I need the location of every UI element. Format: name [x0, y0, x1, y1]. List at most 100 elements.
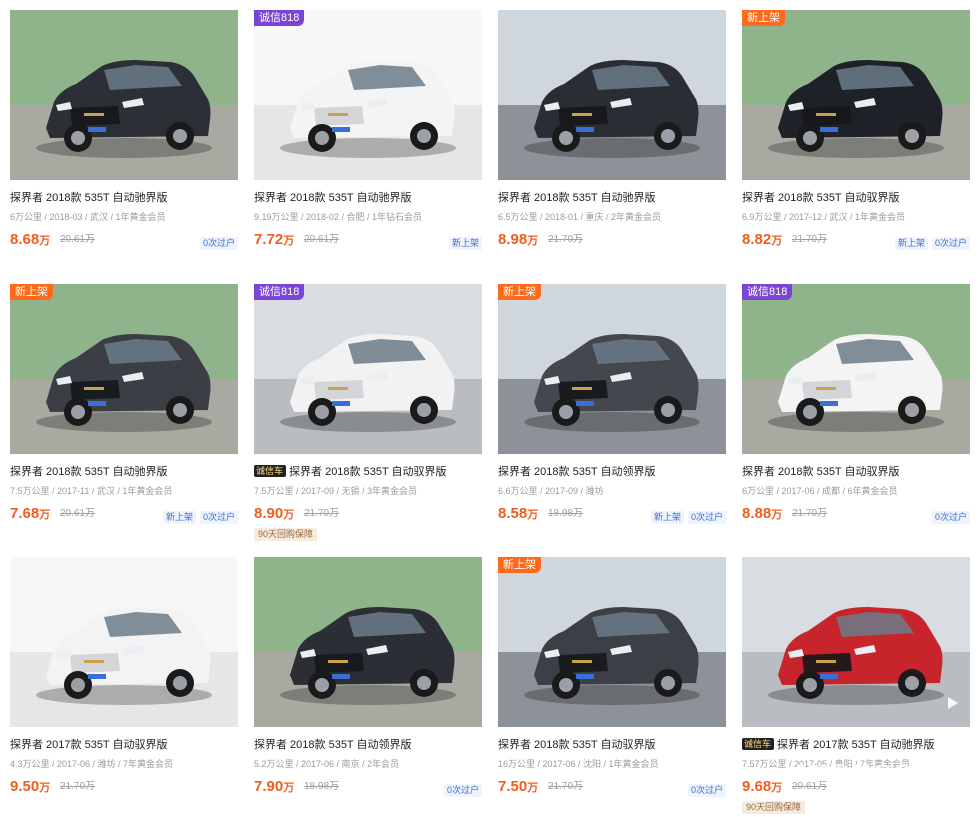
price-row: 7.68万 20.61万 新上架 0次过户	[10, 504, 238, 524]
car-title[interactable]: 探界者 2018款 535T 自动驰界版	[254, 190, 482, 206]
car-title-text: 探界者 2018款 535T 自动驰界版	[498, 192, 656, 204]
car-title[interactable]: 探界者 2018款 535T 自动驰界版	[10, 190, 238, 206]
listing-tag: 0次过户	[931, 511, 970, 524]
car-title[interactable]: 探界者 2018款 535T 自动驭界版	[498, 737, 726, 753]
car-image[interactable]: 诚信818	[254, 284, 482, 454]
car-listing-card[interactable]: 探界者 2017款 535T 自动驭界版 4.3万公里 / 2017-06 / 潍…	[10, 557, 238, 817]
certified-car-badge: 诚信车	[254, 465, 287, 477]
car-title[interactable]: 探界者 2018款 535T 自动领界版	[498, 464, 726, 480]
car-photo	[742, 10, 970, 180]
car-meta: 4.3万公里 / 2017-06 / 潍坊 / 7年黄金会员	[10, 759, 174, 769]
car-photo	[10, 10, 238, 180]
car-title-text: 探界者 2017款 535T 自动驰界版	[777, 739, 935, 751]
car-image[interactable]	[10, 10, 238, 180]
promo-badge: 诚信818	[254, 10, 305, 26]
car-image[interactable]: 诚信818	[742, 284, 970, 454]
price-value: 7.72	[254, 231, 284, 248]
price: 9.68万	[742, 777, 782, 798]
tag-list: 0次过户	[440, 780, 482, 798]
car-listing-card[interactable]: 新上架探界者 2018款 535T 自动驭界版 6.9万公里 / 2017-12 …	[742, 10, 970, 270]
car-meta: 6.9万公里 / 2017-12 / 武汉 / 1年黄金会员	[742, 212, 906, 222]
car-title[interactable]: 探界者 2018款 535T 自动驭界版	[742, 190, 970, 206]
car-listing-card[interactable]: 诚信818 探界者 2018款 535T 自动驰界版 9.19万公里 / 2018-…	[254, 10, 482, 270]
certified-car-label: 诚信车	[256, 466, 284, 476]
original-price: 18.98万	[304, 781, 340, 792]
car-photo	[498, 557, 726, 727]
car-listing-card[interactable]: 探界者 2018款 535T 自动领界版 5.2万公里 / 2017-06 / 南…	[254, 557, 482, 817]
price-unit: 万	[39, 782, 51, 794]
car-title-text: 探界者 2017款 535T 自动驭界版	[10, 739, 168, 751]
car-listing-card[interactable]: 探界者 2018款 535T 自动驰界版 6万公里 / 2018-03 / 武汉 …	[10, 10, 238, 270]
car-listing-card[interactable]: 新上架 探界者 2018款 535T 自动领界版 6.6万公里 / 2017-09 …	[498, 284, 726, 544]
price: 8.90万	[254, 504, 294, 525]
tag-list: 0次过户	[196, 233, 238, 251]
price-row: 7.72万 20.61万 新上架	[254, 230, 482, 250]
price-unit: 万	[771, 235, 783, 247]
price-value: 8.68	[10, 231, 40, 248]
price-row: 8.58万 18.98万 新上架 0次过户	[498, 504, 726, 524]
car-photo	[10, 284, 238, 454]
original-price: 20.61万	[304, 234, 340, 245]
price-unit: 万	[527, 235, 539, 247]
car-title[interactable]: 探界者 2018款 535T 自动领界版	[254, 737, 482, 753]
car-photo	[254, 10, 482, 180]
price: 7.68万	[10, 504, 50, 525]
price: 7.50万	[498, 777, 538, 798]
car-photo	[254, 557, 482, 727]
price-row: 8.90万 21.70万	[254, 504, 482, 524]
car-image[interactable]: 新上架	[498, 557, 726, 727]
price: 8.98万	[498, 230, 538, 251]
car-title[interactable]: 探界者 2018款 535T 自动驭界版	[742, 464, 970, 480]
price: 8.88万	[742, 504, 782, 525]
price-unit: 万	[283, 235, 295, 247]
car-listing-card[interactable]: 探界者 2018款 535T 自动驰界版 6.5万公里 / 2018-01 / 重…	[498, 10, 726, 270]
car-photo	[10, 557, 238, 727]
car-title-text: 探界者 2018款 535T 自动驭界版	[289, 466, 447, 478]
original-price: 20.61万	[60, 234, 96, 245]
price: 9.50万	[10, 777, 50, 798]
car-image[interactable]	[498, 10, 726, 180]
car-title[interactable]: 探界者 2018款 535T 自动驰界版	[10, 464, 238, 480]
car-image[interactable]: 新上架	[498, 284, 726, 454]
car-title-text: 探界者 2018款 535T 自动驭界版	[742, 192, 900, 204]
tag-list: 新上架	[445, 233, 482, 251]
car-title[interactable]: 探界者 2017款 535T 自动驭界版	[10, 737, 238, 753]
car-title[interactable]: 诚信车 探界者 2018款 535T 自动驭界版	[254, 464, 482, 480]
promo-badge: 新上架	[498, 557, 541, 573]
car-listing-card[interactable]: 新上架 探界者 2018款 535T 自动驰界版 7.5万公里 / 2017-11 …	[10, 284, 238, 544]
original-price: 21.70万	[60, 781, 96, 792]
car-photo	[742, 284, 970, 454]
price-value: 8.88	[742, 505, 772, 522]
car-image[interactable]: 新上架	[10, 284, 238, 454]
price-unit: 万	[39, 235, 51, 247]
price-unit: 万	[771, 782, 783, 794]
car-image[interactable]	[10, 557, 238, 727]
car-title-text: 探界者 2018款 535T 自动领界版	[254, 739, 412, 751]
listing-tag: 新上架	[162, 511, 196, 524]
car-image[interactable]: 新上架	[742, 10, 970, 180]
car-title[interactable]: 诚信车 探界者 2017款 535T 自动驰界版	[742, 737, 970, 753]
car-meta: 6万公里 / 2018-03 / 武汉 / 1年黄金会员	[10, 212, 166, 222]
price-row: 9.50万 21.70万	[10, 777, 238, 797]
price-value: 8.98	[498, 231, 528, 248]
promo-badge: 新上架	[498, 284, 541, 300]
price-value: 8.90	[254, 505, 284, 522]
listing-tag: 0次过户	[931, 237, 970, 250]
car-listing-card[interactable]: 新上架探界者 2018款 535T 自动驭界版 16万公里 / 2017-06 /…	[498, 557, 726, 817]
original-price: 21.70万	[548, 234, 584, 245]
car-listing-card[interactable]: 诚信818 诚信车 探界者 2018款 535T 自动驭界版 7.5万公里 / 201…	[254, 284, 482, 544]
car-title[interactable]: 探界者 2018款 535T 自动驰界版	[498, 190, 726, 206]
original-price: 21.70万	[792, 234, 828, 245]
car-image[interactable]	[254, 557, 482, 727]
car-meta: 16万公里 / 2017-06 / 沈阳 / 1年黄金会员	[498, 759, 659, 769]
price: 8.82万	[742, 230, 782, 251]
car-listing-card[interactable]: 诚信818 探界者 2018款 535T 自动驭界版 6万公里 / 2017-06 …	[742, 284, 970, 544]
play-video-icon[interactable]	[948, 697, 958, 709]
car-image[interactable]: 诚信818	[254, 10, 482, 180]
price-value: 8.82	[742, 231, 772, 248]
listing-tag: 0次过户	[687, 784, 726, 797]
listing-tag: 新上架	[448, 237, 482, 250]
price-value: 7.90	[254, 778, 284, 795]
car-image[interactable]	[742, 557, 970, 727]
price-value: 9.68	[742, 778, 772, 795]
